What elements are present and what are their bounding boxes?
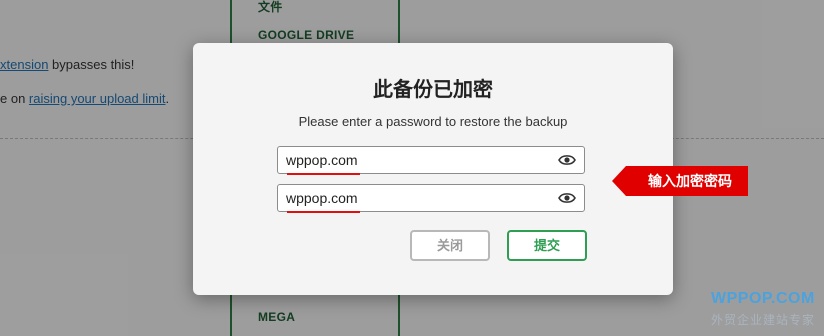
password-field-1[interactable]: wppop.com: [277, 146, 585, 175]
dialog-subtitle: Please enter a password to restore the b…: [298, 114, 568, 129]
annotation-underline-2: [287, 211, 360, 213]
submit-button[interactable]: 提交: [507, 230, 587, 261]
dialog-title: 此备份已加密: [373, 79, 493, 101]
eye-icon[interactable]: [558, 153, 576, 167]
callout-arrow: [612, 166, 626, 196]
watermark-brand: WPPOP.COM: [711, 290, 815, 307]
password-value-1: wppop.com: [286, 152, 358, 168]
annotation-callout: 输入加密密码: [626, 166, 748, 196]
annotation-underline-1: [287, 173, 360, 175]
decrypt-dialog: 此备份已加密 Please enter a password to restor…: [193, 43, 673, 295]
close-button[interactable]: 关闭: [410, 230, 490, 261]
password-field-2[interactable]: wppop.com: [277, 184, 585, 213]
eye-icon[interactable]: [558, 191, 576, 205]
watermark-tagline: 外贸企业建站专家: [711, 313, 816, 327]
password-value-2: wppop.com: [286, 190, 358, 206]
